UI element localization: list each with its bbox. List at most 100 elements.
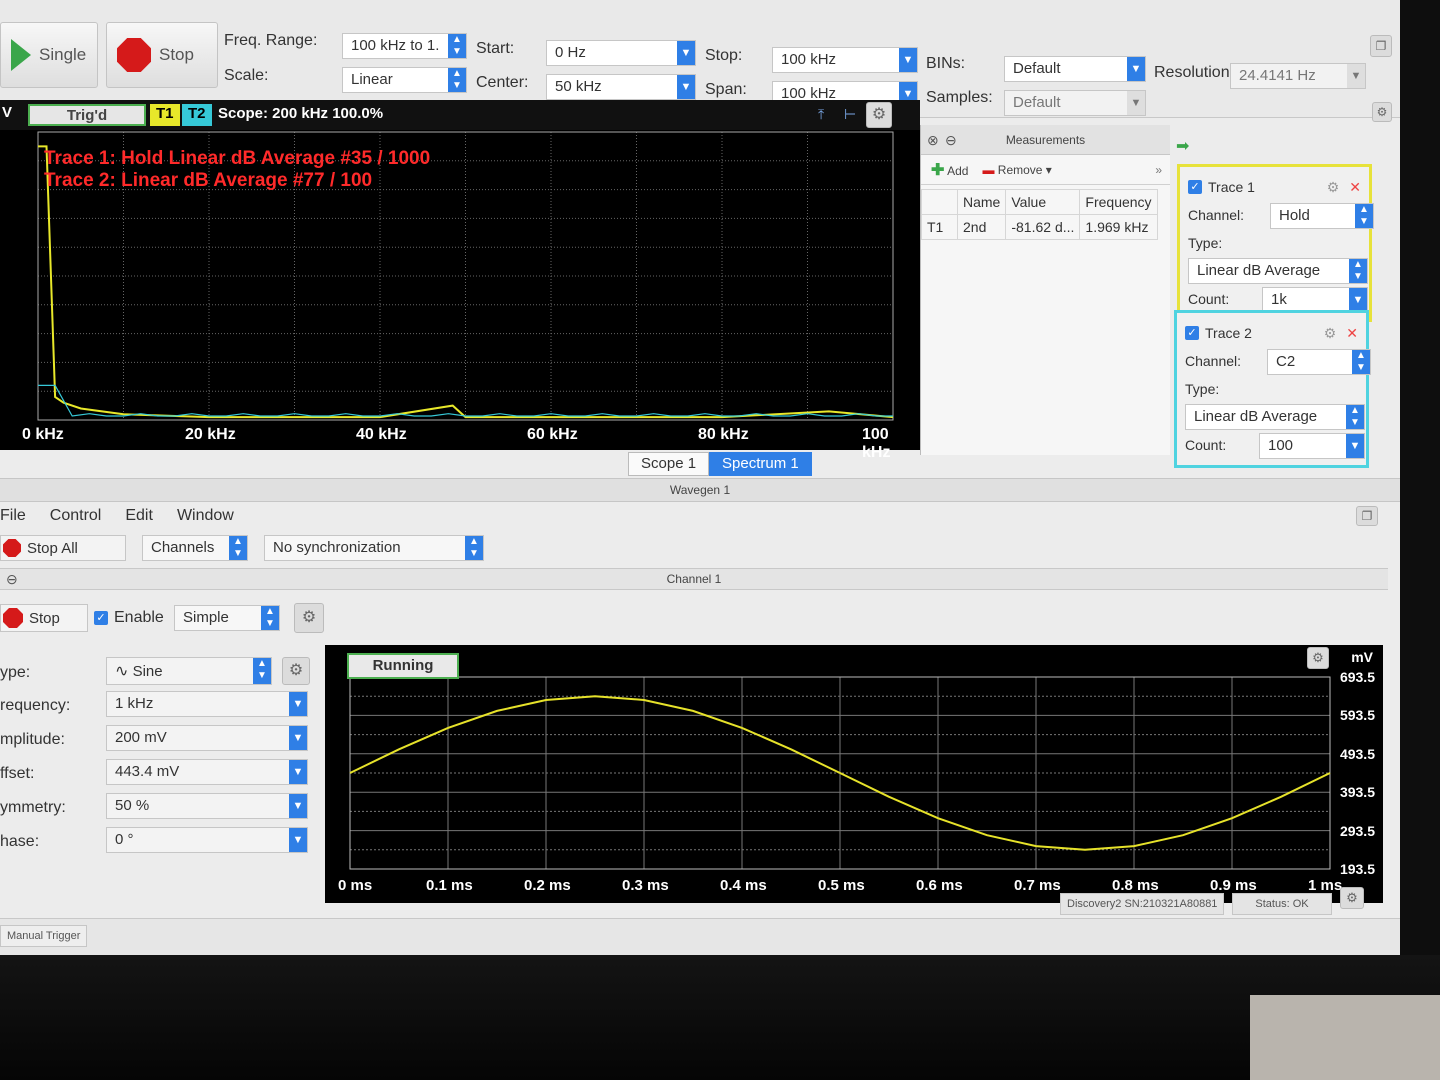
tab-spectrum-1[interactable]: Spectrum 1: [709, 452, 812, 476]
chevron-down-icon: ▼: [289, 692, 307, 716]
sync-value: No synchronization: [273, 539, 401, 556]
remove-measurement-button[interactable]: ▬ Remove ▾: [982, 163, 1051, 177]
channel-value: Hold: [1279, 207, 1310, 224]
chevron-down-icon: ▼: [677, 41, 695, 65]
resolution-value: 24.4141 Hz: [1239, 67, 1316, 84]
x-tick-label: 20 kHz: [185, 426, 236, 443]
mode-select[interactable]: Simple ▲ ▼: [174, 605, 280, 631]
gear-icon[interactable]: ⚙: [282, 657, 310, 685]
chevron-down-icon: ▼: [677, 75, 695, 99]
resolution-field[interactable]: 24.4141 Hz ▼: [1230, 63, 1366, 89]
gear-icon[interactable]: ⚙: [1324, 325, 1337, 342]
y-tick-label: 293.5: [1339, 822, 1375, 839]
enable-checkbox[interactable]: ✓ Enable: [94, 609, 164, 627]
symmetry-field[interactable]: 50 % ▼: [106, 793, 308, 819]
tab-scope-1[interactable]: Scope 1: [628, 452, 710, 476]
gear-icon[interactable]: ⚙: [1307, 647, 1329, 669]
amplitude-field[interactable]: 200 mV ▼: [106, 725, 308, 751]
trace1-channel-select[interactable]: Hold ▲ ▼: [1270, 203, 1374, 229]
x-tick-label: 40 kHz: [356, 426, 407, 443]
freq-range-label: Freq. Range:: [224, 32, 318, 49]
x-tick-label: 0 ms: [338, 877, 373, 894]
undock-icon[interactable]: ⊖: [945, 125, 957, 155]
close-icon[interactable]: ✕: [1349, 179, 1361, 196]
trace2-checkbox[interactable]: ✓: [1185, 326, 1199, 340]
channel-stop-button[interactable]: Stop: [0, 604, 88, 632]
x-tick-label: 0 kHz: [22, 426, 64, 443]
trace1-checkbox[interactable]: ✓: [1188, 180, 1202, 194]
spin-icon: ▲ ▼: [261, 606, 279, 630]
count-value: 100: [1268, 437, 1294, 454]
wavegen-plot[interactable]: Running ⚙ mV 693.5 593.5 493.5 393.5 293.5 19…: [325, 645, 1383, 903]
stop-all-button[interactable]: Stop All: [0, 535, 126, 561]
single-button[interactable]: Single: [0, 22, 98, 88]
manual-trigger-button[interactable]: Manual Trigger: [0, 925, 88, 947]
count-label: Count:: [1188, 291, 1230, 307]
resolution-label: Resolution:: [1154, 64, 1235, 81]
col-header: Value: [1005, 189, 1081, 215]
samples-label: Samples:: [926, 89, 993, 106]
wavegen-titlebar: Wavegen 1: [0, 478, 1400, 502]
freq-range-select[interactable]: 100 kHz to 1. ▲ ▼: [342, 33, 467, 59]
chevron-down-icon: ▼: [1349, 288, 1367, 312]
trace2-type-select[interactable]: Linear dB Average ▲ ▼: [1185, 404, 1365, 430]
gear-icon[interactable]: ⚙: [294, 603, 324, 633]
chevron-down-icon: ▼: [289, 794, 307, 818]
y-tick-label: 493.5: [1339, 745, 1375, 762]
samples-value: Default: [1013, 94, 1061, 111]
offset-value: 443.4 mV: [115, 763, 180, 780]
arrow-right-icon[interactable]: ➡: [1176, 136, 1189, 156]
menu-edit[interactable]: Edit: [125, 503, 153, 529]
add-measurement-button[interactable]: ✚ Add: [931, 160, 968, 180]
close-icon[interactable]: ⊗: [927, 125, 939, 155]
menu-control[interactable]: Control: [50, 503, 102, 529]
menu-window[interactable]: Window: [177, 503, 234, 529]
scale-select[interactable]: Linear ▲ ▼: [342, 67, 467, 93]
col-header: [921, 189, 958, 215]
trace2-channel-select[interactable]: C2 ▲ ▼: [1267, 349, 1371, 375]
waveform-type-select[interactable]: ∿ Sine ▲ ▼: [106, 657, 272, 685]
samples-select[interactable]: Default ▼: [1004, 90, 1146, 116]
frequency-field[interactable]: 1 kHz ▼: [106, 691, 308, 717]
table-cell: T1: [921, 214, 958, 240]
x-tick-label: 0.9 ms: [1210, 877, 1257, 894]
desk-surface: [1250, 995, 1440, 1080]
type-label: Type:: [1188, 235, 1223, 251]
trace2-panel: ✓ Trace 2 ⚙ ✕ Channel: C2 ▲ ▼ Type: Linear dB…: [1174, 310, 1371, 468]
menu-file[interactable]: File: [0, 503, 26, 529]
table-cell: -81.62 d...: [1005, 214, 1081, 240]
device-info: Discovery2 SN:210321A80881: [1060, 893, 1225, 915]
table-cell: 2nd: [956, 214, 1007, 240]
sync-select[interactable]: No synchronization ▲ ▼: [264, 535, 484, 561]
window-restore-icon[interactable]: ❐: [1370, 35, 1392, 57]
y-tick-label: 193.5: [1339, 861, 1375, 877]
scale-label: Scale:: [224, 67, 269, 84]
measurements-table: Name Value Frequency T1 2nd -81.62 d... …: [921, 189, 1158, 240]
channels-select[interactable]: Channels ▲ ▼: [142, 535, 248, 561]
stop-freq-field[interactable]: 100 kHz ▼: [772, 47, 918, 73]
window-restore-icon[interactable]: ❐: [1356, 506, 1378, 526]
gear-icon[interactable]: ⚙: [1340, 887, 1364, 909]
gear-icon[interactable]: ⚙: [1372, 102, 1392, 122]
gear-icon[interactable]: ⚙: [1327, 179, 1340, 196]
close-icon[interactable]: ✕: [1346, 325, 1358, 342]
table-row[interactable]: T1 2nd -81.62 d... 1.969 kHz: [921, 214, 1158, 240]
undock-icon[interactable]: ⊖: [6, 569, 18, 589]
trace1-type-select[interactable]: Linear dB Average ▲ ▼: [1188, 258, 1368, 284]
phase-field[interactable]: 0 ° ▼: [106, 827, 308, 853]
spin-icon: ▲ ▼: [1352, 350, 1370, 374]
spectrum-plot[interactable]: V Trig'd T1 T2 Scope: 200 kHz 100.0% ⤒ ⊢…: [0, 100, 920, 461]
enable-label: Enable: [114, 609, 164, 626]
center-field[interactable]: 50 kHz ▼: [546, 74, 696, 100]
start-field[interactable]: 0 Hz ▼: [546, 40, 696, 66]
bins-select[interactable]: Default ▼: [1004, 56, 1146, 82]
play-icon: [11, 39, 31, 71]
trace2-count-select[interactable]: 100 ▼: [1259, 433, 1365, 459]
status-ok: Status: OK: [1232, 893, 1332, 915]
offset-field[interactable]: 443.4 mV ▼: [106, 759, 308, 785]
add-label: Add: [947, 163, 969, 178]
stop-button[interactable]: Stop: [106, 22, 218, 88]
x-tick-label: 0.1 ms: [426, 877, 473, 894]
freq-range-value: 100 kHz to 1.: [351, 37, 440, 54]
expand-icon[interactable]: »: [1155, 163, 1162, 177]
